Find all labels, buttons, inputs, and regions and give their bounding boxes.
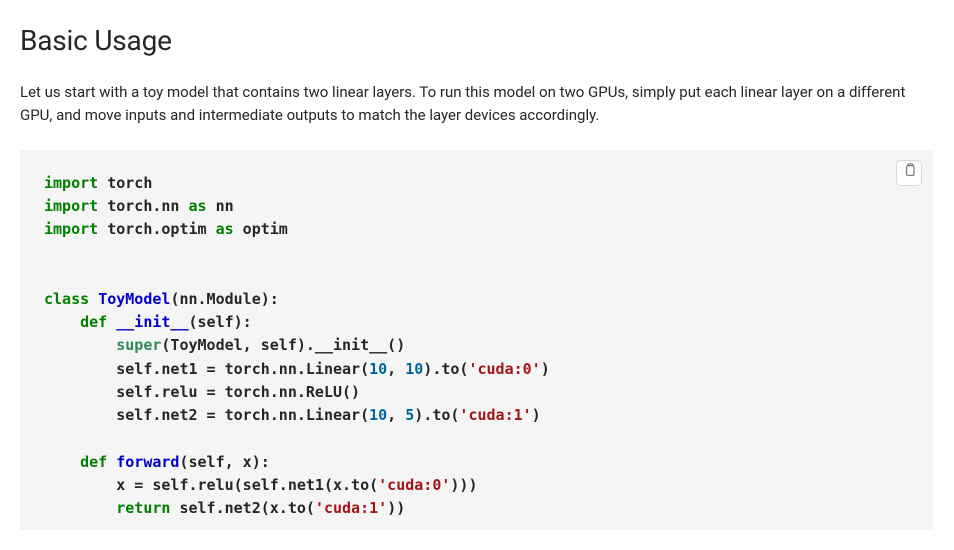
code-block: import torch import torch.nn as nn impor… [20,150,934,531]
intro-paragraph: Let us start with a toy model that conta… [20,81,934,128]
clipboard-icon [903,163,916,182]
code-content: import torch import torch.nn as nn impor… [44,172,910,521]
copy-button[interactable] [896,160,922,186]
page: Basic Usage Let us start with a toy mode… [0,0,954,530]
section-heading: Basic Usage [20,24,934,57]
